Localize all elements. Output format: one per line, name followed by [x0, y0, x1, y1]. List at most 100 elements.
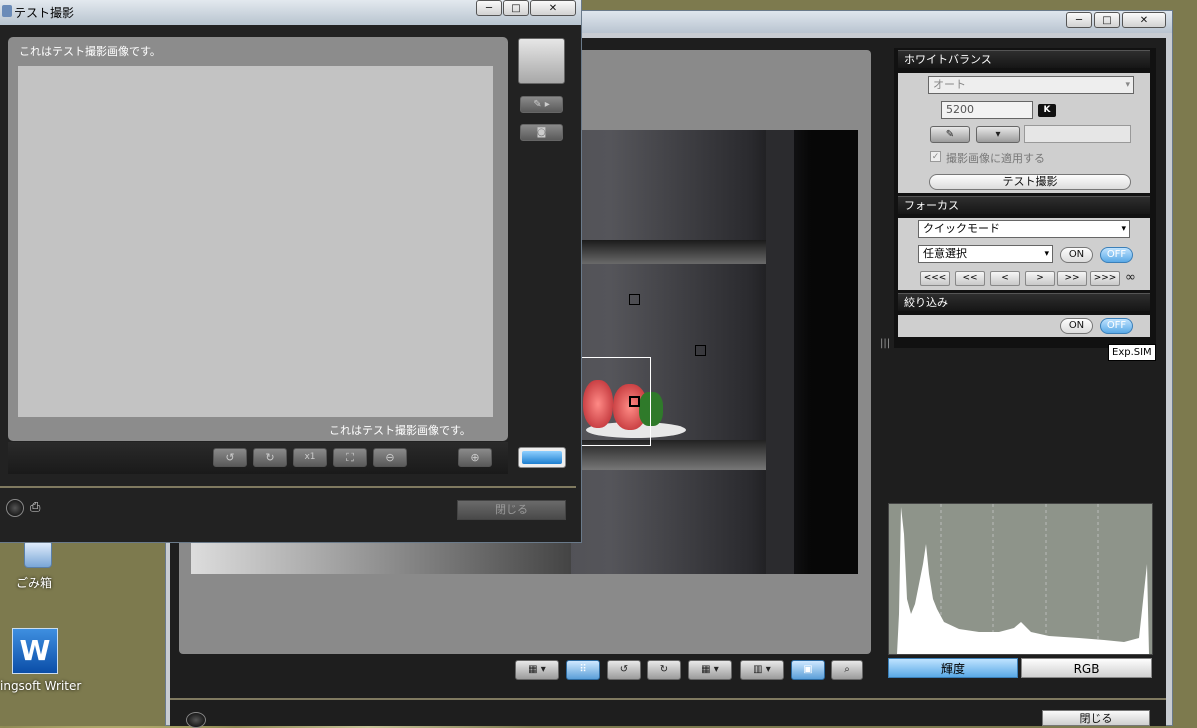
dialog-rotate-right-button[interactable]: ↻ [253, 448, 287, 467]
dialog-camera-status-icon [6, 499, 24, 517]
dialog-actual-size-button[interactable]: x1 [293, 448, 327, 467]
focus-header: フォーカス [898, 196, 1150, 214]
aperture-off-button[interactable]: OFF [1100, 318, 1133, 334]
zoom-in-icon: ⊕ [470, 451, 480, 464]
magnifier-icon: ⌕ [844, 664, 850, 675]
wb-custom-field[interactable] [1024, 125, 1131, 143]
aperture-on-button[interactable]: ON [1060, 318, 1093, 334]
dialog-fit-button[interactable]: ⛶ [333, 448, 367, 467]
zoom-button[interactable]: ⌕ [831, 660, 863, 680]
aperture-header: 絞り込み [898, 293, 1150, 311]
display-toggle-bar [522, 451, 562, 464]
grid-icon: ▦ ▾ [701, 664, 719, 675]
wb-mode-select[interactable]: オート ▾ [928, 76, 1134, 94]
dialog-caption-bottom: これはテスト撮影画像です。 [329, 424, 471, 437]
af-point[interactable] [629, 294, 640, 305]
dialog-maximize-button[interactable]: □ [503, 0, 529, 16]
focus-near-small-button[interactable]: < [990, 271, 1020, 286]
view-mode-dropdown[interactable]: ▦ ▾ [515, 660, 559, 680]
focus-far-medium-button[interactable]: >> [1057, 271, 1087, 286]
wb-mode-value: オート [933, 78, 966, 91]
histogram-tab-rgb[interactable]: RGB [1021, 658, 1152, 678]
dialog-title: テスト撮影 [14, 6, 75, 20]
desktop-icon-writer[interactable]: W ingsoft Writer [0, 626, 90, 696]
af-grid-icon: ⠿ [579, 664, 587, 675]
af-frame-toggle[interactable]: ⠿ [566, 660, 600, 680]
main-close-action-button[interactable]: 閉じる [1042, 710, 1150, 726]
histogram-tab-luminance[interactable]: 輝度 [888, 658, 1018, 678]
kelvin-unit-badge: K [1038, 104, 1056, 117]
recycle-bin-icon [24, 540, 52, 568]
white-balance-header: ホワイトバランス [898, 50, 1150, 68]
dialog-caption-top: これはテスト撮影画像です。 [19, 45, 161, 58]
test-shot-button[interactable]: テスト撮影 [929, 174, 1131, 190]
main-close-button[interactable]: ✕ [1122, 12, 1166, 28]
histogram-graph [897, 504, 1149, 654]
camera-icon: ◙ [536, 127, 547, 138]
rotate-left-button[interactable]: ↺ [607, 660, 641, 680]
zoom-out-icon: ⊖ [385, 451, 395, 464]
af-point[interactable] [695, 345, 706, 356]
rotate-left-icon: ↺ [619, 664, 629, 675]
rotate-right-button[interactable]: ↻ [647, 660, 681, 680]
dialog-rotate-left-button[interactable]: ↺ [213, 448, 247, 467]
writer-app-icon: W [12, 628, 58, 674]
shelf-post [766, 130, 794, 574]
aspect-icon: ▥ ▾ [753, 664, 771, 675]
desktop-icon-recycle-bin[interactable]: ごみ箱 [12, 540, 62, 590]
apply-to-shot-checkbox[interactable]: ✓ [930, 151, 941, 162]
dialog-camera-button[interactable]: ◙ [520, 124, 563, 141]
dialog-thumbnail[interactable] [518, 38, 565, 84]
shelf-board [581, 240, 766, 264]
focus-mode-value: クイックモード [923, 222, 1000, 235]
main-maximize-button[interactable]: □ [1094, 12, 1120, 28]
af-point-select[interactable]: 任意選択 ▾ [918, 245, 1053, 263]
af-point-active[interactable] [629, 396, 640, 407]
chevron-down-icon: ▾ [1125, 80, 1130, 90]
aspect-dropdown[interactable]: ▥ ▾ [740, 660, 784, 680]
view-mode-icon: ▦ ▾ [528, 664, 546, 675]
wb-preset-dropdown[interactable]: ▾ [976, 126, 1020, 143]
desktop-icon-label: ごみ箱 [16, 576, 53, 590]
af-point-value: 任意選択 [923, 247, 967, 260]
focus-near-large-button[interactable]: <<< [920, 271, 950, 286]
rotate-right-icon: ↻ [659, 664, 669, 675]
chevron-down-icon: ▾ [1044, 249, 1049, 259]
focus-on-button[interactable]: ON [1060, 247, 1093, 263]
image-icon: ▣ [803, 664, 813, 675]
dialog-zoom-out-button[interactable]: ⊖ [373, 448, 407, 467]
focus-off-button[interactable]: OFF [1100, 247, 1133, 263]
floor-highlight [191, 540, 571, 574]
dialog-display-toggle[interactable] [518, 447, 566, 468]
exp-sim-badge: Exp.SIM [1108, 344, 1156, 361]
dialog-minimize-button[interactable]: ─ [476, 0, 502, 16]
focus-far-large-button[interactable]: >>> [1090, 271, 1120, 286]
dialog-zoom-in-button[interactable]: ⊕ [458, 448, 492, 467]
chevron-down-icon: ▾ [995, 129, 1001, 140]
dialog-title-icon [2, 5, 12, 17]
eyedropper-icon: ✎ [945, 129, 955, 140]
eyedropper-icon: ✎ ▸ [533, 99, 550, 110]
dialog-close-button[interactable]: ✕ [530, 0, 576, 16]
splitter-handle[interactable]: ||| [880, 338, 890, 352]
focus-near-medium-button[interactable]: << [955, 271, 985, 286]
apply-to-shot-label: 撮影画像に適用する [946, 152, 1045, 165]
infinity-icon: ∞ [1125, 270, 1136, 285]
dialog-bottom-divider [0, 486, 576, 488]
histogram-panel [888, 503, 1153, 655]
image-display-toggle[interactable]: ▣ [791, 660, 825, 680]
focus-mode-select[interactable]: クイックモード ▾ [918, 220, 1130, 238]
dialog-connect-icon: ⎙ [30, 500, 41, 515]
main-bottom-divider [170, 698, 1166, 700]
main-minimize-button[interactable]: ─ [1066, 12, 1092, 28]
dialog-wb-eyedropper-button[interactable]: ✎ ▸ [520, 96, 563, 113]
dialog-preview-image [18, 66, 493, 417]
chevron-down-icon: ▾ [1121, 224, 1126, 234]
histogram-curve [897, 507, 1149, 654]
desktop-icon-label: ingsoft Writer [0, 679, 82, 693]
dialog-close-action-button[interactable]: 閉じる [457, 500, 566, 520]
kelvin-input[interactable]: 5200 [941, 101, 1033, 119]
focus-far-small-button[interactable]: > [1025, 271, 1055, 286]
wb-eyedropper-button[interactable]: ✎ [930, 126, 970, 143]
grid-dropdown[interactable]: ▦ ▾ [688, 660, 732, 680]
